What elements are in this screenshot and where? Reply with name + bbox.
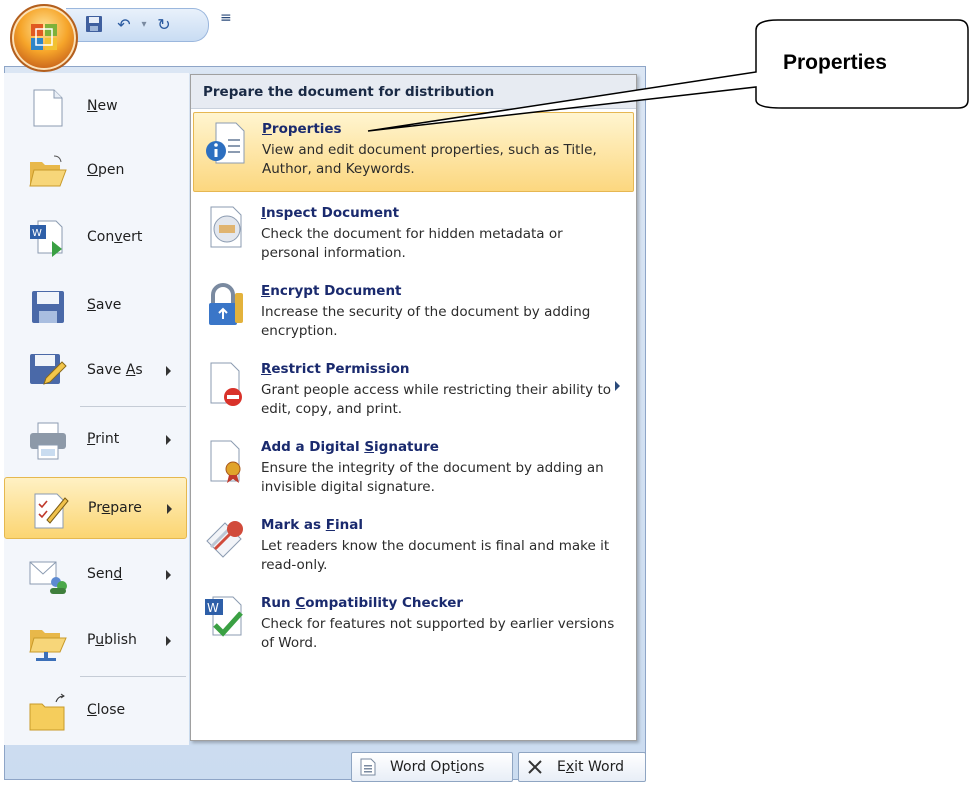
redo-icon[interactable]: ↻: [154, 15, 174, 35]
print-icon: [30, 422, 66, 460]
digital-signature-icon: [210, 440, 241, 483]
open-folder-icon: [29, 155, 67, 187]
submenu-arrow-icon: [166, 435, 171, 445]
submenu-arrow-icon: [166, 636, 171, 646]
menu-label: Open: [87, 162, 125, 178]
prepare-icon: [34, 493, 69, 529]
submenu-item-title: Properties: [262, 121, 342, 137]
properties-icon: [206, 122, 245, 164]
menu-label: Send: [87, 566, 123, 582]
menu-label: Save: [87, 297, 122, 313]
submenu-item-restrict-permission[interactable]: Restrict Permission Grant people access …: [193, 353, 634, 427]
button-label: Word Options: [390, 759, 485, 775]
menu-label: Convert: [87, 229, 143, 245]
encrypt-lock-icon: [209, 283, 243, 325]
close-folder-icon: [29, 693, 65, 731]
quick-access-toolbar: ↶ ▾ ↻: [66, 8, 209, 42]
save-icon: [32, 291, 64, 323]
submenu-item-description: Let readers know the document is final a…: [261, 538, 610, 573]
menu-item-print[interactable]: Print: [4, 409, 187, 471]
submenu-header: Prepare the document for distribution: [191, 75, 636, 109]
restrict-permission-icon: [210, 362, 242, 406]
submenu-item-add-digital-signature[interactable]: Add a Digital Signature Ensure the integ…: [193, 431, 634, 505]
menu-item-prepare[interactable]: Prepare: [4, 477, 187, 539]
publish-icon: [29, 630, 67, 661]
convert-icon: W: [30, 220, 63, 257]
menu-label: Save As: [87, 362, 143, 378]
submenu-item-title: Mark as Final: [261, 517, 363, 533]
menu-item-open[interactable]: Open: [4, 140, 187, 202]
new-document-icon: [33, 89, 63, 127]
prepare-submenu: Prepare the document for distribution Pr…: [190, 74, 637, 741]
close-x-icon: [528, 760, 542, 774]
menu-item-close[interactable]: Close: [4, 680, 187, 742]
customize-toolbar-icon[interactable]: ≡: [220, 10, 232, 26]
submenu-item-description: Ensure the integrity of the document by …: [261, 460, 604, 495]
submenu-item-title: Restrict Permission: [261, 361, 410, 377]
compatibility-checker-icon: W: [205, 596, 243, 637]
menu-label: New: [87, 98, 118, 114]
submenu-item-encrypt-document[interactable]: Encrypt Document Increase the security o…: [193, 275, 634, 349]
callout-label: Properties: [783, 51, 887, 74]
svg-text:W: W: [207, 601, 219, 615]
menu-item-save[interactable]: Save: [4, 275, 187, 337]
inspect-document-icon: [210, 206, 242, 248]
menu-item-send[interactable]: Send: [4, 544, 187, 606]
submenu-item-title: Encrypt Document: [261, 283, 402, 299]
undo-icon[interactable]: ↶: [114, 15, 134, 35]
menu-label: Print: [87, 431, 120, 447]
submenu-item-title: Inspect Document: [261, 205, 400, 221]
submenu-item-description: Grant people access while restricting th…: [261, 382, 611, 417]
submenu-item-title: Add a Digital Signature: [261, 439, 439, 455]
submenu-arrow-icon: [167, 504, 172, 514]
menu-item-save-as[interactable]: Save As: [4, 340, 187, 402]
button-label: Exit Word: [557, 759, 624, 775]
save-icon[interactable]: [84, 15, 104, 35]
submenu-arrow-icon: [166, 366, 171, 376]
menu-separator: [80, 676, 186, 677]
save-as-icon: [30, 354, 67, 385]
office-logo-icon: [31, 24, 57, 50]
svg-text:W: W: [32, 228, 42, 239]
send-icon: [29, 561, 67, 594]
submenu-item-title: Run Compatibility Checker: [261, 595, 464, 611]
undo-dropdown-icon[interactable]: ▾: [134, 15, 154, 35]
submenu-item-description: Check the document for hidden metadata o…: [261, 226, 563, 261]
mark-as-final-icon: [206, 521, 243, 558]
submenu-item-description: View and edit document properties, such …: [262, 142, 597, 177]
menu-label: Close: [87, 702, 126, 718]
exit-word-button[interactable]: Exit Word: [518, 752, 646, 782]
word-options-icon: [360, 758, 376, 776]
menu-label: Prepare: [88, 500, 142, 516]
word-options-button[interactable]: Word Options: [351, 752, 513, 782]
submenu-item-properties[interactable]: Properties View and edit document proper…: [193, 112, 634, 192]
menu-item-new[interactable]: New: [4, 76, 187, 138]
menu-item-publish[interactable]: Publish: [4, 610, 187, 672]
submenu-item-description: Check for features not supported by earl…: [261, 616, 615, 651]
office-button[interactable]: [10, 4, 78, 72]
menu-item-convert[interactable]: W Convert: [4, 207, 187, 269]
menu-label: Publish: [87, 632, 137, 648]
submenu-item-inspect-document[interactable]: Inspect Document Check the document for …: [193, 197, 634, 271]
submenu-item-description: Increase the security of the document by…: [261, 304, 591, 339]
submenu-arrow-icon: [166, 570, 171, 580]
submenu-item-mark-as-final[interactable]: Mark as Final Let readers know the docum…: [193, 509, 634, 583]
submenu-arrow-icon: [615, 381, 620, 391]
submenu-item-run-compatibility-checker[interactable]: W Run Compatibility Checker Check for fe…: [193, 587, 634, 661]
menu-separator: [80, 406, 186, 407]
